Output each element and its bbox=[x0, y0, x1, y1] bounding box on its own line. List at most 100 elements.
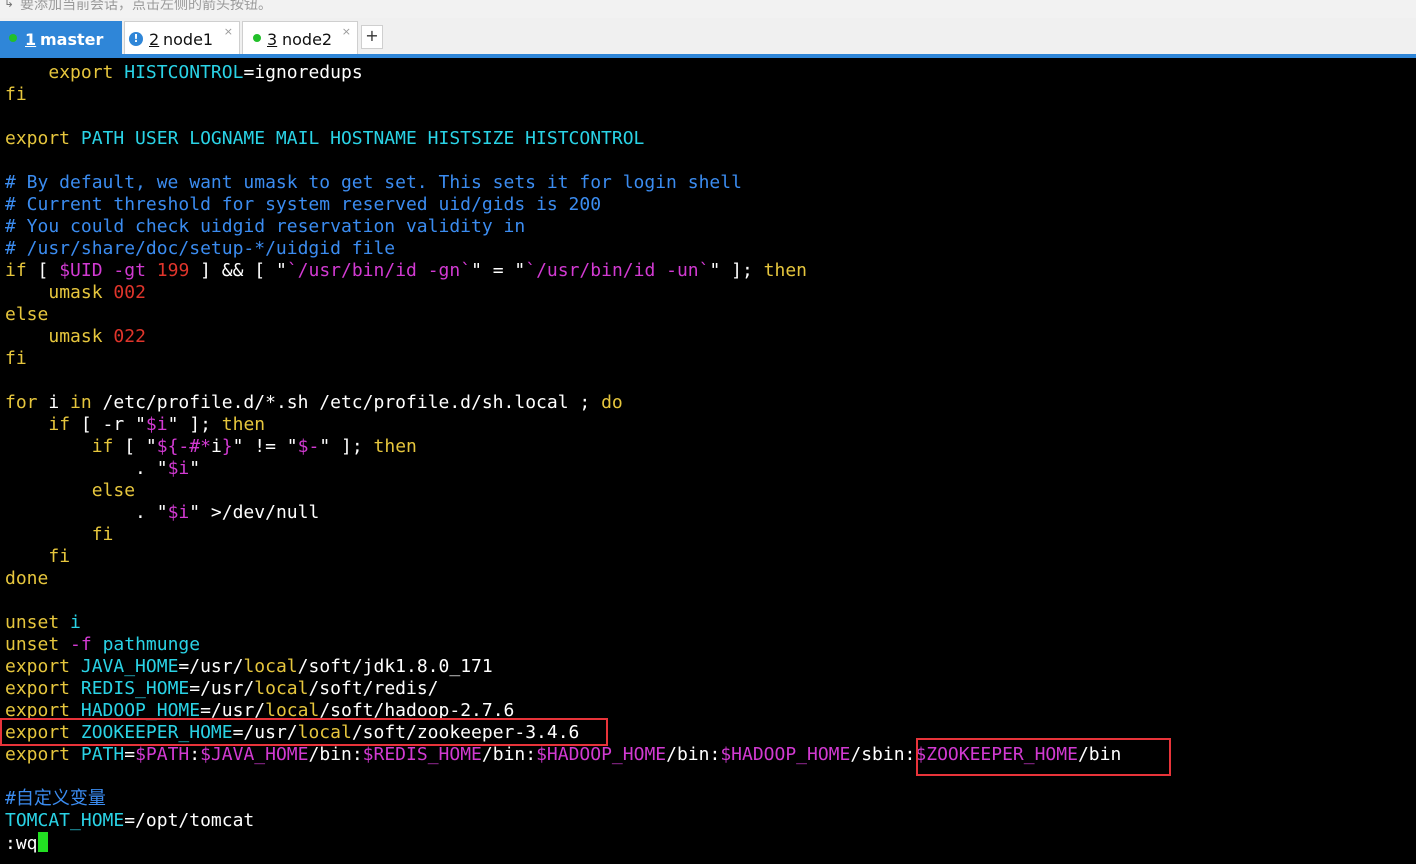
code-token: /bin: bbox=[666, 744, 721, 765]
code-token: PATH bbox=[80, 744, 125, 765]
vim-command-line[interactable]: :wq bbox=[5, 832, 1121, 854]
cursor bbox=[37, 832, 48, 852]
code-token: export bbox=[5, 744, 71, 765]
code-token: export bbox=[5, 656, 71, 677]
close-icon[interactable]: × bbox=[224, 25, 233, 38]
code-token: TOMCAT_HOME bbox=[5, 810, 125, 831]
code-line: else bbox=[5, 304, 1121, 326]
code-token: in bbox=[70, 392, 92, 413]
code-token: # Current threshold for system reserved … bbox=[5, 194, 602, 215]
code-token: . " bbox=[5, 458, 168, 479]
code-line: fi bbox=[5, 348, 1121, 370]
code-line: fi bbox=[5, 524, 1121, 546]
code-token: unset bbox=[5, 612, 60, 633]
code-token: pathmunge bbox=[102, 634, 201, 655]
tab-label: node2 bbox=[282, 30, 333, 49]
green-dot-icon bbox=[9, 34, 17, 42]
code-token: $HADOOP_HOME bbox=[536, 744, 667, 765]
code-token: unset bbox=[5, 634, 60, 655]
code-token: /soft/jdk1.8.0_171 bbox=[297, 656, 493, 677]
tab-label: master bbox=[40, 30, 104, 49]
info-icon: ! bbox=[129, 32, 143, 46]
code-token: `/usr/bin/id -gn` bbox=[286, 260, 472, 281]
code-token: $i bbox=[145, 414, 168, 435]
code-token: fi bbox=[91, 524, 114, 545]
code-line: TOMCAT_HOME=/opt/tomcat bbox=[5, 810, 1121, 832]
code-token: then bbox=[763, 260, 808, 281]
code-token: i bbox=[210, 436, 222, 457]
code-token: : bbox=[189, 744, 201, 765]
code-token: $i bbox=[167, 502, 190, 523]
code-token: $UID bbox=[59, 260, 103, 281]
code-token: " ]; bbox=[319, 436, 374, 457]
terminal-view[interactable]: export HISTCONTROL=ignoredups fi export PA… bbox=[0, 58, 1416, 864]
code-token: local bbox=[254, 678, 309, 699]
code-line: umask 022 bbox=[5, 326, 1121, 348]
code-line: #自定义变量 bbox=[5, 788, 1121, 810]
code-token: i bbox=[70, 612, 81, 633]
code-token: = bbox=[124, 744, 136, 765]
tab-node1[interactable]: ! 2 node1 × bbox=[124, 21, 240, 54]
code-token: . " bbox=[5, 502, 168, 523]
tab-master[interactable]: 1 master bbox=[0, 21, 122, 54]
code-token: $PATH bbox=[135, 744, 190, 765]
code-token: /bin: bbox=[308, 744, 363, 765]
code-token: umask bbox=[48, 326, 103, 347]
code-token: " >/dev/null bbox=[189, 502, 320, 523]
code-token: 022 bbox=[113, 326, 146, 347]
tab-number: 3 bbox=[267, 30, 278, 49]
code-line: if [ -r "$i" ]; then bbox=[5, 414, 1121, 436]
tab-number: 1 bbox=[25, 30, 37, 49]
code-token: /bin: bbox=[481, 744, 537, 765]
code-token: " bbox=[189, 458, 201, 479]
close-icon[interactable]: × bbox=[342, 25, 351, 38]
code-token: fi bbox=[5, 348, 27, 369]
code-token: $HADOOP_HOME bbox=[720, 744, 851, 765]
code-token: fi bbox=[5, 84, 27, 105]
code-line: fi bbox=[5, 84, 1121, 106]
code-line: export HISTCONTROL=ignoredups bbox=[5, 62, 1121, 84]
green-dot-icon bbox=[253, 34, 261, 42]
code-line: . "$i" bbox=[5, 458, 1121, 480]
code-token: if bbox=[48, 414, 71, 435]
notification-bar: ↳ 要添加当前会话，点击左侧的箭头按钮。 bbox=[0, 0, 1416, 18]
code-token: do bbox=[601, 392, 623, 413]
code-line: if [ $UID -gt 199 ] && [ "`/usr/bin/id -… bbox=[5, 260, 1121, 282]
code-token: " = " bbox=[471, 260, 526, 281]
new-tab-button[interactable]: + bbox=[361, 25, 383, 49]
code-line: done bbox=[5, 568, 1121, 590]
code-token: then bbox=[221, 414, 266, 435]
code-token: export bbox=[48, 62, 114, 83]
tab-label: node1 bbox=[163, 30, 214, 49]
code-line: umask 002 bbox=[5, 282, 1121, 304]
code-line: for i in /etc/profile.d/*.sh /etc/profil… bbox=[5, 392, 1121, 414]
code-token: " ]; bbox=[167, 414, 222, 435]
code-token: else bbox=[91, 480, 136, 501]
code-token: if bbox=[5, 260, 27, 281]
code-token: -gt bbox=[113, 260, 146, 281]
session-tab-bar: 1 master ! 2 node1 × 3 node2 × bbox=[0, 18, 1416, 54]
code-token: #自定义变量 bbox=[5, 788, 106, 809]
code-line: . "$i" >/dev/null bbox=[5, 502, 1121, 524]
code-token: ] && [ " bbox=[189, 260, 287, 281]
code-token: if bbox=[91, 436, 114, 457]
code-token: -f bbox=[70, 634, 92, 655]
tab-node2[interactable]: 3 node2 × bbox=[242, 21, 358, 54]
code-line: # /usr/share/doc/setup-*/uidgid file bbox=[5, 238, 1121, 260]
code-token: " != " bbox=[232, 436, 298, 457]
